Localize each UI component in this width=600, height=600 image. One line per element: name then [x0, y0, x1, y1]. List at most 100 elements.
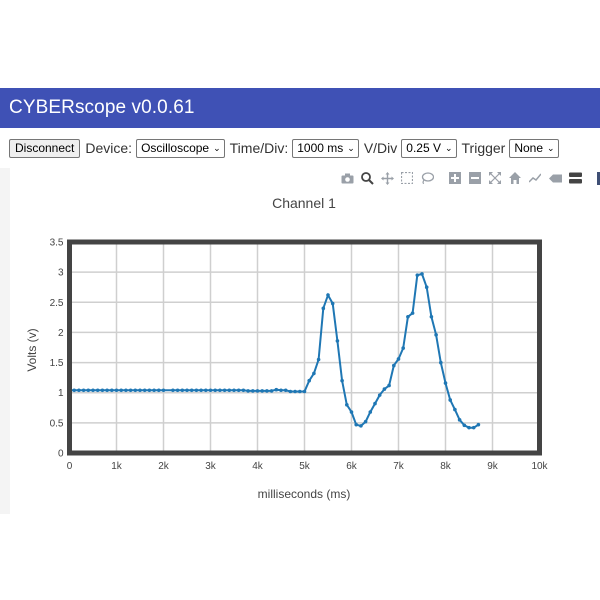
data-point: [236, 388, 241, 393]
data-point: [72, 388, 76, 393]
data-point: [354, 422, 359, 427]
data-point: [307, 378, 312, 383]
data-point: [265, 389, 269, 393]
data-point: [232, 388, 236, 393]
trigger-label: Trigger: [461, 140, 506, 156]
chevron-down-icon: ⌄: [547, 142, 555, 153]
data-point: [251, 389, 255, 393]
data-point: [349, 410, 354, 414]
x-tick-label: 10k: [531, 461, 548, 472]
data-point: [274, 387, 279, 392]
data-point: [194, 388, 199, 393]
data-point: [467, 425, 471, 430]
x-tick-label: 0: [67, 461, 73, 472]
data-point: [340, 378, 344, 383]
x-tick-label: 4k: [252, 461, 264, 472]
x-tick-label: 3k: [205, 461, 217, 472]
data-point: [373, 401, 377, 406]
data-point: [279, 388, 283, 393]
data-point: [359, 424, 363, 428]
y-tick-label: 0.5: [50, 418, 64, 429]
data-point: [114, 388, 119, 393]
app-title: CYBERscope v0.0.61: [9, 97, 195, 118]
data-point: [222, 388, 227, 393]
data-point: [312, 371, 316, 376]
device-select[interactable]: Oscilloscope ⌄: [136, 138, 225, 158]
data-point: [462, 423, 467, 428]
data-point: [128, 388, 133, 393]
data-point: [218, 388, 222, 393]
y-tick-label: 2.5: [50, 298, 64, 309]
trigger-select-value: None: [514, 141, 544, 155]
data-point: [429, 314, 434, 319]
data-point: [335, 339, 340, 343]
data-point: [443, 381, 448, 385]
timediv-select[interactable]: 1000 ms ⌄: [292, 138, 359, 158]
data-point: [269, 389, 274, 393]
data-point: [180, 388, 185, 393]
x-tick-label: 6k: [346, 461, 358, 472]
chart-title: Channel 1: [272, 195, 336, 211]
data-point: [406, 314, 410, 319]
app-header: CYBERscope v0.0.61: [0, 88, 600, 128]
control-bar: Disconnect Device: Oscilloscope ⌄ Time/D…: [0, 128, 600, 168]
data-point: [189, 388, 194, 393]
channel-chart[interactable]: Channel 1 0 1k 2k 3k 4k 5k 6k 7k 8k 9k 10k 0 0.5 1 1.5…: [10, 168, 600, 514]
data-point: [105, 388, 109, 393]
y-tick-label: 3.5: [50, 238, 64, 249]
x-tick-label: 8k: [440, 461, 452, 472]
data-point: [100, 388, 105, 393]
data-point: [138, 388, 142, 393]
data-point: [448, 398, 453, 402]
data-point: [396, 357, 401, 361]
vdiv-label: V/Div: [363, 140, 398, 156]
device-select-value: Oscilloscope: [141, 141, 210, 155]
data-point: [420, 272, 424, 276]
data-point: [185, 388, 189, 393]
data-point: [241, 388, 246, 393]
data-point: [161, 388, 166, 393]
data-point: [321, 306, 326, 311]
vdiv-select[interactable]: 0.25 V ⌄: [401, 138, 457, 158]
data-point: [255, 389, 260, 393]
trace-line-channel-1: [69, 272, 479, 429]
timediv-select-value: 1000 ms: [297, 141, 344, 155]
data-point: [95, 388, 100, 393]
y-tick-label: 1: [58, 388, 64, 399]
trigger-select[interactable]: None ⌄: [509, 138, 559, 158]
chevron-down-icon: ⌄: [444, 142, 453, 153]
x-tick-label: 1k: [111, 461, 123, 472]
disconnect-button[interactable]: Disconnect: [9, 138, 81, 158]
data-point: [439, 360, 443, 365]
data-point: [392, 363, 396, 368]
x-tick-label: 7k: [393, 461, 405, 472]
data-point: [476, 422, 481, 427]
data-point: [326, 293, 330, 297]
data-point: [302, 389, 307, 394]
data-point: [316, 357, 321, 362]
data-point: [283, 388, 288, 393]
data-point: [208, 388, 213, 393]
data-point: [204, 388, 208, 393]
data-point: [387, 383, 391, 388]
data-point: [86, 388, 91, 393]
grid-lines: [68, 241, 541, 454]
y-tick-label: 0: [58, 449, 64, 460]
data-point: [147, 388, 152, 393]
x-tick-label: 2k: [158, 461, 170, 472]
data-point: [199, 388, 203, 393]
x-tick-label: 9k: [487, 461, 499, 472]
plot-area: Channel 1 0 1k 2k 3k 4k 5k 6k 7k 8k 9k 10k 0 0.5 1 1.5…: [0, 168, 600, 514]
data-point: [345, 402, 349, 407]
data-point: [382, 387, 387, 391]
x-tick-label: 5k: [299, 461, 311, 472]
data-point: [110, 388, 114, 393]
data-point: [133, 388, 138, 393]
y-tick-label: 1.5: [50, 358, 64, 369]
data-point: [171, 388, 175, 393]
data-point: [415, 273, 420, 277]
data-point: [368, 410, 373, 414]
data-point: [260, 389, 264, 393]
data-point: [81, 388, 86, 393]
y-tick-label: 2: [58, 328, 64, 339]
